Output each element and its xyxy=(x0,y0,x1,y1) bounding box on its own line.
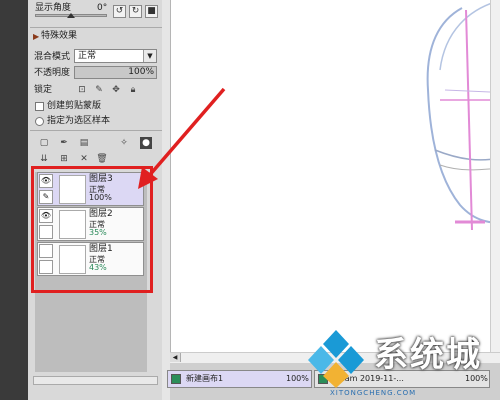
angle-label: 显示角度 xyxy=(35,3,72,13)
special-effects-header[interactable]: 特殊效果 xyxy=(41,31,77,42)
tool-strip xyxy=(0,0,28,400)
clip-mask-checkbox[interactable] xyxy=(35,102,44,111)
new-folder-icon[interactable]: ▤ xyxy=(78,137,90,149)
annotation-arrow xyxy=(138,87,226,189)
opacity-label: 不透明度 xyxy=(34,68,71,78)
panel-horizontal-scrollbar[interactable] xyxy=(33,376,158,385)
rotate-left-icon: ↺ xyxy=(115,6,124,16)
select-source-label: 指定为选区样本 xyxy=(47,116,111,126)
blend-mode-label: 混合模式 xyxy=(34,52,71,62)
angle-slider-handle[interactable] xyxy=(67,13,75,18)
blend-mode-value: 正常 xyxy=(78,51,97,61)
clear-layer-icon[interactable]: ✕ xyxy=(78,153,90,165)
clip-mask-label: 创建剪贴蒙版 xyxy=(47,101,102,111)
watermark-logo xyxy=(308,330,364,388)
new-layer-icon[interactable]: ▢ xyxy=(38,137,50,149)
lock-transparency-icon[interactable]: ⊡ xyxy=(76,84,88,96)
opacity-value: 100% xyxy=(128,67,154,77)
divider xyxy=(30,27,162,28)
panel-scrollbar[interactable] xyxy=(162,0,171,400)
transfer-down-icon[interactable]: ⇊ xyxy=(38,153,50,165)
canvas-tab-label: 新建画布1 xyxy=(186,374,224,383)
scroll-left-icon[interactable]: ◀ xyxy=(170,353,181,362)
collapse-triangle-icon[interactable]: ▶ xyxy=(33,31,39,42)
rotate-right-button[interactable]: ↻ xyxy=(129,5,142,18)
delete-layer-icon[interactable]: 🗑︎ xyxy=(96,153,108,165)
watermark-url: XITONGCHENG.COM xyxy=(330,389,417,397)
lock-paint-icon[interactable]: ✎ xyxy=(93,84,105,96)
angle-value: 0° xyxy=(97,3,108,13)
canvas-sketch xyxy=(426,1,500,231)
canvas-tab-1[interactable]: 新建画布1 100% xyxy=(167,370,312,388)
watermark-text: 系统城 xyxy=(374,335,482,375)
blend-mode-select[interactable]: 正常 ▼ xyxy=(74,49,157,63)
lock-move-icon[interactable]: ✥ xyxy=(110,84,122,96)
rotate-right-icon: ↻ xyxy=(131,6,140,16)
merge-down-icon[interactable]: ⊞ xyxy=(58,153,70,165)
reset-icon: ■ xyxy=(147,6,156,16)
opacity-slider[interactable]: 100% xyxy=(74,66,157,79)
canvas-vertical-scrollbar[interactable] xyxy=(490,0,500,360)
lock-label: 锁定 xyxy=(34,85,53,95)
reset-rotation-button[interactable]: ■ xyxy=(145,5,158,18)
chevron-down-icon[interactable]: ▼ xyxy=(143,50,156,62)
select-source-radio[interactable] xyxy=(35,117,44,126)
rotate-left-button[interactable]: ↺ xyxy=(113,5,126,18)
new-vector-layer-icon[interactable]: ✒ xyxy=(58,137,70,149)
layer-effect-icon[interactable]: ✧ xyxy=(118,137,130,149)
canvas-thumb-icon xyxy=(171,374,181,384)
